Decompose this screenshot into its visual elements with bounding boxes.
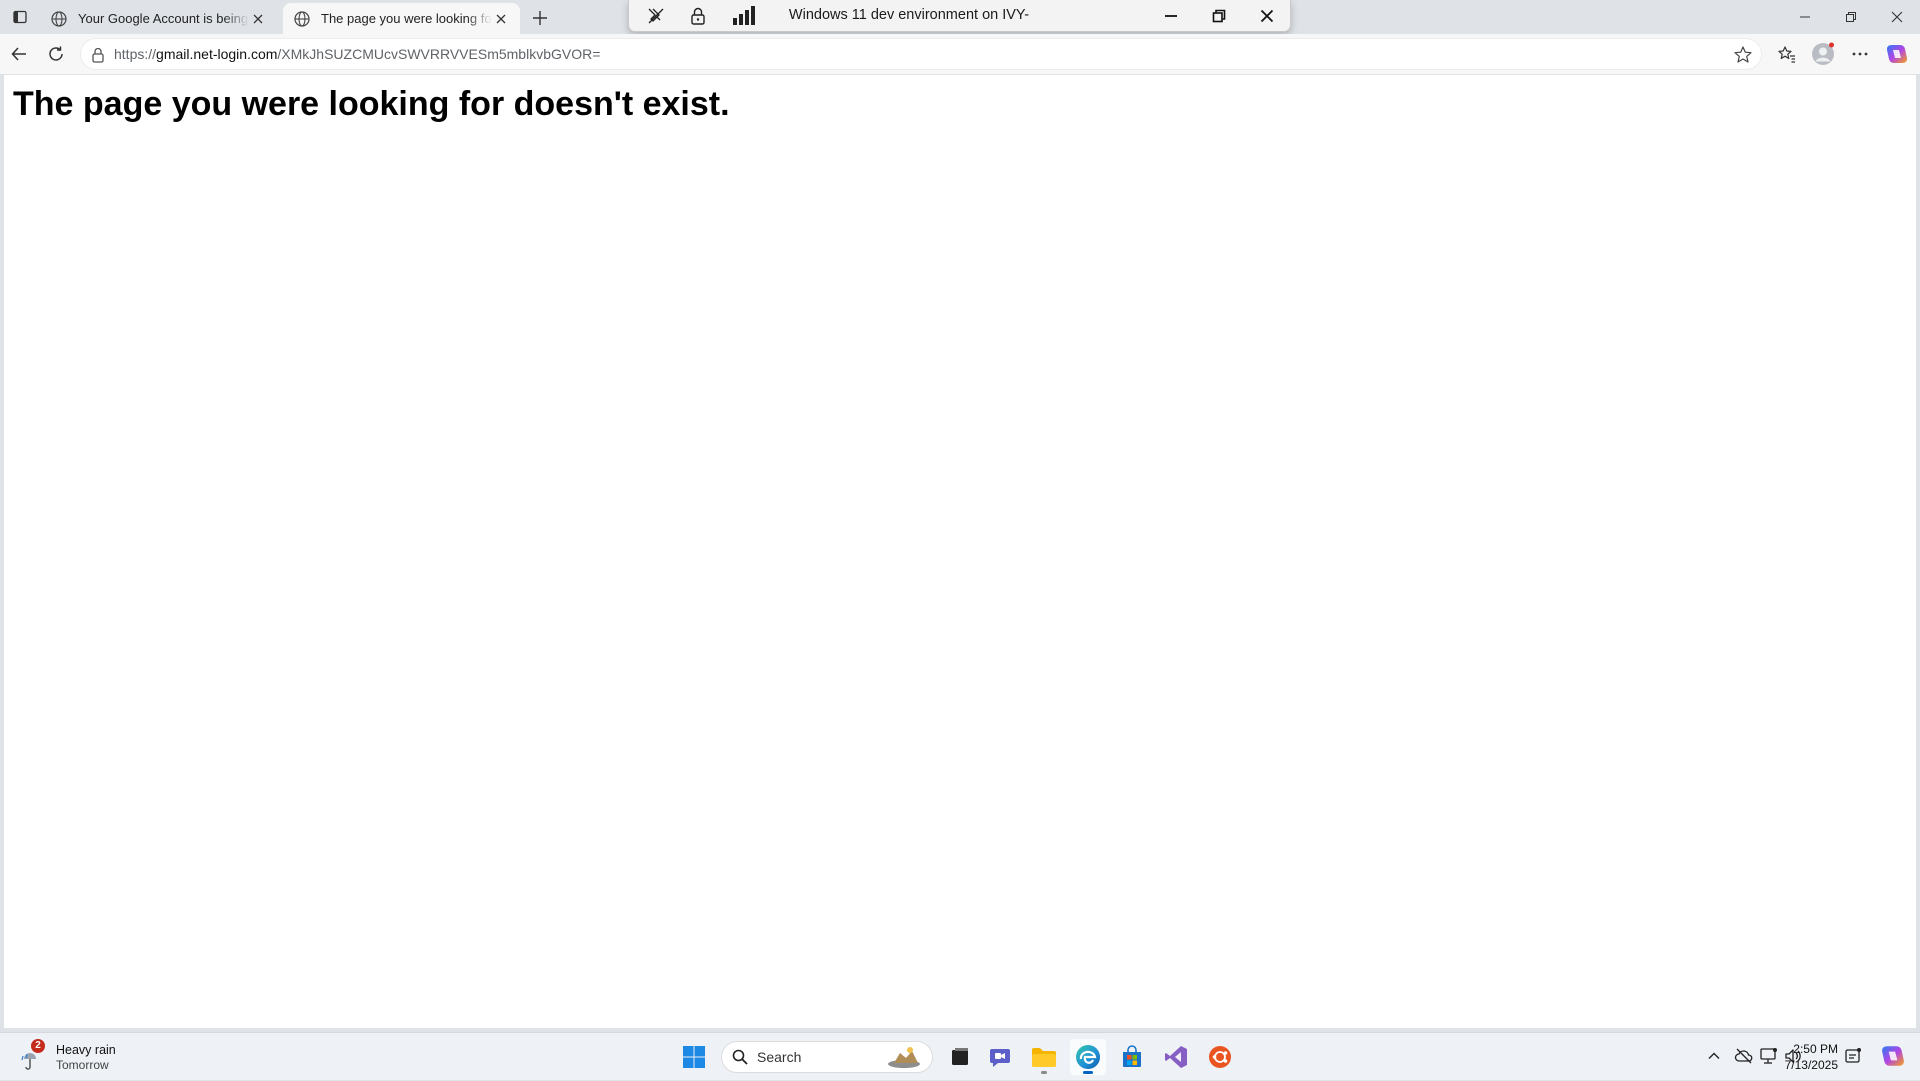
visual-studio-icon xyxy=(1165,1046,1187,1068)
tab-close-button[interactable] xyxy=(492,10,510,28)
unpin-icon xyxy=(648,8,664,24)
taskbar-ubuntu[interactable] xyxy=(1202,1039,1238,1075)
remote-desktop-connection-bar: Windows 11 dev environment on IVY-PC xyxy=(628,0,1291,54)
rdp-restore-button[interactable] xyxy=(1199,3,1239,29)
taskbar-store[interactable] xyxy=(1114,1039,1150,1075)
cloud-off-icon xyxy=(1734,1048,1753,1064)
unpin-button[interactable] xyxy=(639,3,673,29)
favorites-button[interactable] xyxy=(1772,39,1802,69)
onedrive-status[interactable] xyxy=(1733,1045,1755,1067)
taskbar-search[interactable]: Search xyxy=(721,1041,933,1073)
tab-title: The page you were looking for doesn't ex… xyxy=(321,11,492,26)
rdp-close-button[interactable] xyxy=(1247,3,1287,29)
store-icon xyxy=(1123,1045,1141,1067)
plus-icon xyxy=(533,11,547,25)
restore-button[interactable] xyxy=(1828,0,1874,34)
taskbar-file-explorer[interactable] xyxy=(1026,1039,1062,1075)
address-bar[interactable]: https://gmail.net-login.com/XMkJhSUZCMUc… xyxy=(80,38,1762,70)
lock-icon[interactable] xyxy=(89,46,107,64)
weather-condition: Heavy rain xyxy=(56,1042,116,1057)
close-icon xyxy=(1260,9,1274,23)
minimize-icon xyxy=(1800,16,1810,18)
running-indicator xyxy=(1041,1071,1047,1074)
tab-page-not-found[interactable]: The page you were looking for doesn't ex… xyxy=(283,3,520,34)
ubuntu-icon xyxy=(1209,1046,1231,1068)
weather-alert-badge: 2 xyxy=(31,1039,45,1053)
tab-google-account[interactable]: Your Google Account is being deleted xyxy=(40,3,277,34)
notifications-icon xyxy=(1845,1048,1861,1063)
clock-time: 2:50 PM xyxy=(1793,1042,1838,1056)
search-highlight-icon xyxy=(888,1047,920,1068)
minimize-icon xyxy=(1165,15,1177,17)
network-icon xyxy=(1760,1048,1777,1064)
favorites-icon xyxy=(1778,46,1795,63)
browser-toolbar: https://gmail.net-login.com/XMkJhSUZCMUc… xyxy=(0,34,1920,74)
clock-date: 7/13/2025 xyxy=(1784,1058,1838,1072)
taskbar-task-view[interactable] xyxy=(942,1039,978,1075)
close-icon xyxy=(496,14,506,23)
windows-taskbar: 2 Heavy rain Tomorrow Search 2:50 PM 7/1… xyxy=(0,1032,1920,1080)
copilot-button[interactable] xyxy=(1882,39,1912,69)
refresh-icon xyxy=(49,46,63,61)
refresh-button[interactable] xyxy=(41,39,71,69)
url-host: gmail.net-login.com xyxy=(156,46,278,62)
rdp-minimize-button[interactable] xyxy=(1151,3,1191,29)
close-icon xyxy=(253,14,263,23)
profile-button[interactable] xyxy=(1808,39,1838,69)
taskbar-teams[interactable] xyxy=(982,1039,1018,1075)
window-controls xyxy=(1782,0,1920,34)
settings-more-button[interactable] xyxy=(1845,39,1875,69)
restore-icon xyxy=(1212,9,1226,23)
weather-icon: 2 xyxy=(18,1039,48,1072)
lock-button[interactable] xyxy=(683,3,713,29)
lock-icon xyxy=(691,7,705,25)
chevron-up-icon xyxy=(1708,1052,1720,1059)
tab-title: Your Google Account is being deleted xyxy=(78,11,249,26)
search-icon xyxy=(732,1049,748,1065)
copilot-icon xyxy=(1886,45,1908,63)
close-window-button[interactable] xyxy=(1874,0,1920,34)
restore-icon xyxy=(1846,12,1856,22)
task-view-icon xyxy=(952,1048,968,1065)
url-scheme: https:// xyxy=(114,46,157,62)
teams-chat-icon xyxy=(990,1049,1010,1067)
url-text[interactable]: https://gmail.net-login.com/XMkJhSUZCMUc… xyxy=(114,39,600,69)
tab-close-button[interactable] xyxy=(249,10,267,28)
globe-icon xyxy=(51,10,67,27)
rdp-session-title: Windows 11 dev environment on IVY-PC xyxy=(788,7,1030,54)
tab-actions-button[interactable] xyxy=(6,4,34,30)
page-title: The page you were looking for doesn't ex… xyxy=(13,85,730,123)
taskbar-edge[interactable] xyxy=(1070,1039,1106,1075)
copilot-icon xyxy=(1882,1046,1904,1066)
weather-forecast-day: Tomorrow xyxy=(56,1057,109,1072)
show-hidden-icons-button[interactable] xyxy=(1703,1045,1725,1067)
copilot-taskbar-button[interactable] xyxy=(1880,1043,1906,1069)
connection-quality-button[interactable] xyxy=(727,3,761,29)
page-viewport: The page you were looking for doesn't ex… xyxy=(4,74,1916,1028)
url-path: /XMkJhSUZCMUcvSWVRRVVESm5mblkvbGVOR= xyxy=(277,46,601,62)
windows-start-icon xyxy=(683,1046,705,1068)
system-clock[interactable]: 2:50 PM 7/13/2025 xyxy=(1785,1041,1838,1073)
minimize-button[interactable] xyxy=(1782,0,1828,34)
search-placeholder: Search xyxy=(757,1049,802,1065)
weather-widget[interactable]: 2 Heavy rain Tomorrow xyxy=(18,1037,116,1077)
back-button[interactable] xyxy=(4,39,34,69)
back-arrow-icon xyxy=(11,47,26,61)
new-tab-button[interactable] xyxy=(526,5,554,31)
profile-icon xyxy=(1812,42,1834,65)
tab-actions-icon xyxy=(13,10,27,24)
file-explorer-icon xyxy=(1032,1048,1056,1067)
notification-center-button[interactable] xyxy=(1842,1045,1864,1067)
more-icon xyxy=(1852,52,1868,56)
globe-icon xyxy=(294,10,310,27)
taskbar-visual-studio[interactable] xyxy=(1158,1039,1194,1075)
start-button[interactable] xyxy=(676,1039,712,1075)
star-icon[interactable] xyxy=(1733,45,1753,65)
active-indicator xyxy=(1083,1071,1093,1074)
edge-icon xyxy=(1076,1045,1100,1069)
network-status[interactable] xyxy=(1758,1045,1780,1067)
close-icon xyxy=(1891,11,1903,23)
signal-bars-icon xyxy=(733,6,755,25)
